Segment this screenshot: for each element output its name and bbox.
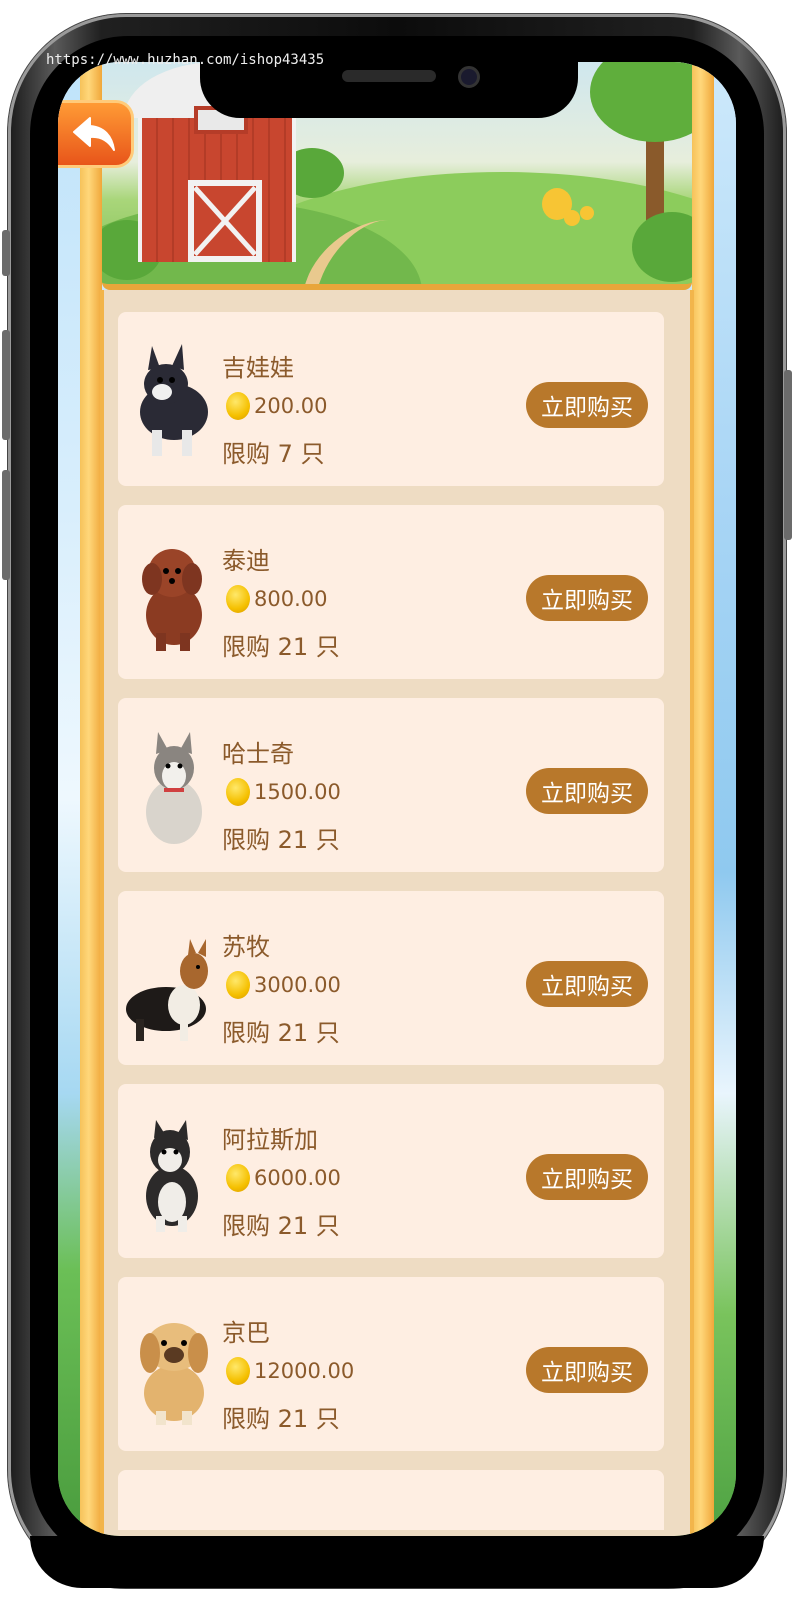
product-card: 吉娃娃 200.00 限购 7 只 立即购买 — [118, 312, 664, 486]
buy-now-button[interactable]: 立即购买 — [526, 1347, 648, 1393]
frame-rail-right — [692, 62, 714, 1536]
phone-side-button — [2, 330, 10, 440]
purchase-limit: 限购 21 只 — [222, 633, 340, 661]
chick-icon — [564, 210, 580, 226]
chick-icon — [580, 206, 594, 220]
product-name: 泰迪 — [222, 547, 270, 575]
purchase-limit: 限购 21 只 — [222, 826, 340, 854]
product-name: 苏牧 — [222, 933, 270, 961]
coin-icon — [226, 1357, 250, 1385]
buy-now-button[interactable]: 立即购买 — [526, 961, 648, 1007]
product-card: 哈士奇 1500.00 限购 21 只 立即购买 — [118, 698, 664, 872]
collie-icon — [126, 939, 208, 1041]
coin-icon — [226, 778, 250, 806]
frame-rail-left — [80, 62, 102, 1536]
pekingese-icon — [140, 1323, 208, 1425]
buy-now-button[interactable]: 立即购买 — [526, 382, 648, 428]
product-price: 1500.00 — [254, 780, 341, 804]
product-card: 苏牧 3000.00 限购 21 只 立即购买 — [118, 891, 664, 1065]
product-name: 吉娃娃 — [222, 354, 294, 382]
buy-now-button[interactable]: 立即购买 — [526, 575, 648, 621]
purchase-limit: 限购 7 只 — [222, 440, 325, 468]
price-row: 1500.00 — [226, 778, 341, 806]
coin-icon — [226, 585, 250, 613]
price-row: 3000.00 — [226, 971, 341, 999]
phone-side-button — [784, 370, 792, 540]
buy-now-button[interactable]: 立即购买 — [526, 1154, 648, 1200]
price-row: 6000.00 — [226, 1164, 341, 1192]
phone-camera — [458, 66, 480, 88]
watermark-text: https://www.huzhan.com/ishop43435 — [46, 52, 325, 68]
product-name: 哈士奇 — [222, 740, 294, 768]
product-card — [118, 1470, 664, 1530]
coin-icon — [226, 1164, 250, 1192]
product-price: 6000.00 — [254, 1166, 341, 1190]
purchase-limit: 限购 21 只 — [222, 1405, 340, 1433]
teddy-icon — [142, 549, 202, 651]
product-name: 阿拉斯加 — [222, 1126, 318, 1154]
product-price: 800.00 — [254, 587, 328, 611]
product-price: 12000.00 — [254, 1359, 355, 1383]
phone-side-button — [2, 470, 10, 580]
product-card: 阿拉斯加 6000.00 限购 21 只 立即购买 — [118, 1084, 664, 1258]
back-arrow-icon — [72, 117, 115, 151]
product-price: 200.00 — [254, 394, 328, 418]
buy-now-button[interactable]: 立即购买 — [526, 768, 648, 814]
phone-speaker — [342, 70, 436, 82]
price-row: 12000.00 — [226, 1357, 354, 1385]
product-card: 京巴 12000.00 限购 21 只 立即购买 — [118, 1277, 664, 1451]
barn-door — [188, 180, 262, 262]
husky-icon — [146, 732, 202, 844]
phone-side-button — [2, 230, 10, 276]
back-button[interactable] — [58, 100, 134, 168]
product-price: 3000.00 — [254, 973, 341, 997]
tree-foliage — [590, 62, 692, 142]
coin-icon — [226, 392, 250, 420]
chihuahua-icon — [140, 344, 208, 456]
coin-icon — [226, 971, 250, 999]
price-row: 800.00 — [226, 585, 327, 613]
product-name: 京巴 — [222, 1319, 270, 1347]
malamute-icon — [146, 1120, 198, 1232]
price-row: 200.00 — [226, 392, 327, 420]
product-list: 吉娃娃 200.00 限购 7 只 立即购买 泰迪 800.00 限购 21 只… — [118, 312, 664, 1530]
product-card: 泰迪 800.00 限购 21 只 立即购买 — [118, 505, 664, 679]
purchase-limit: 限购 21 只 — [222, 1212, 340, 1240]
purchase-limit: 限购 21 只 — [222, 1019, 340, 1047]
